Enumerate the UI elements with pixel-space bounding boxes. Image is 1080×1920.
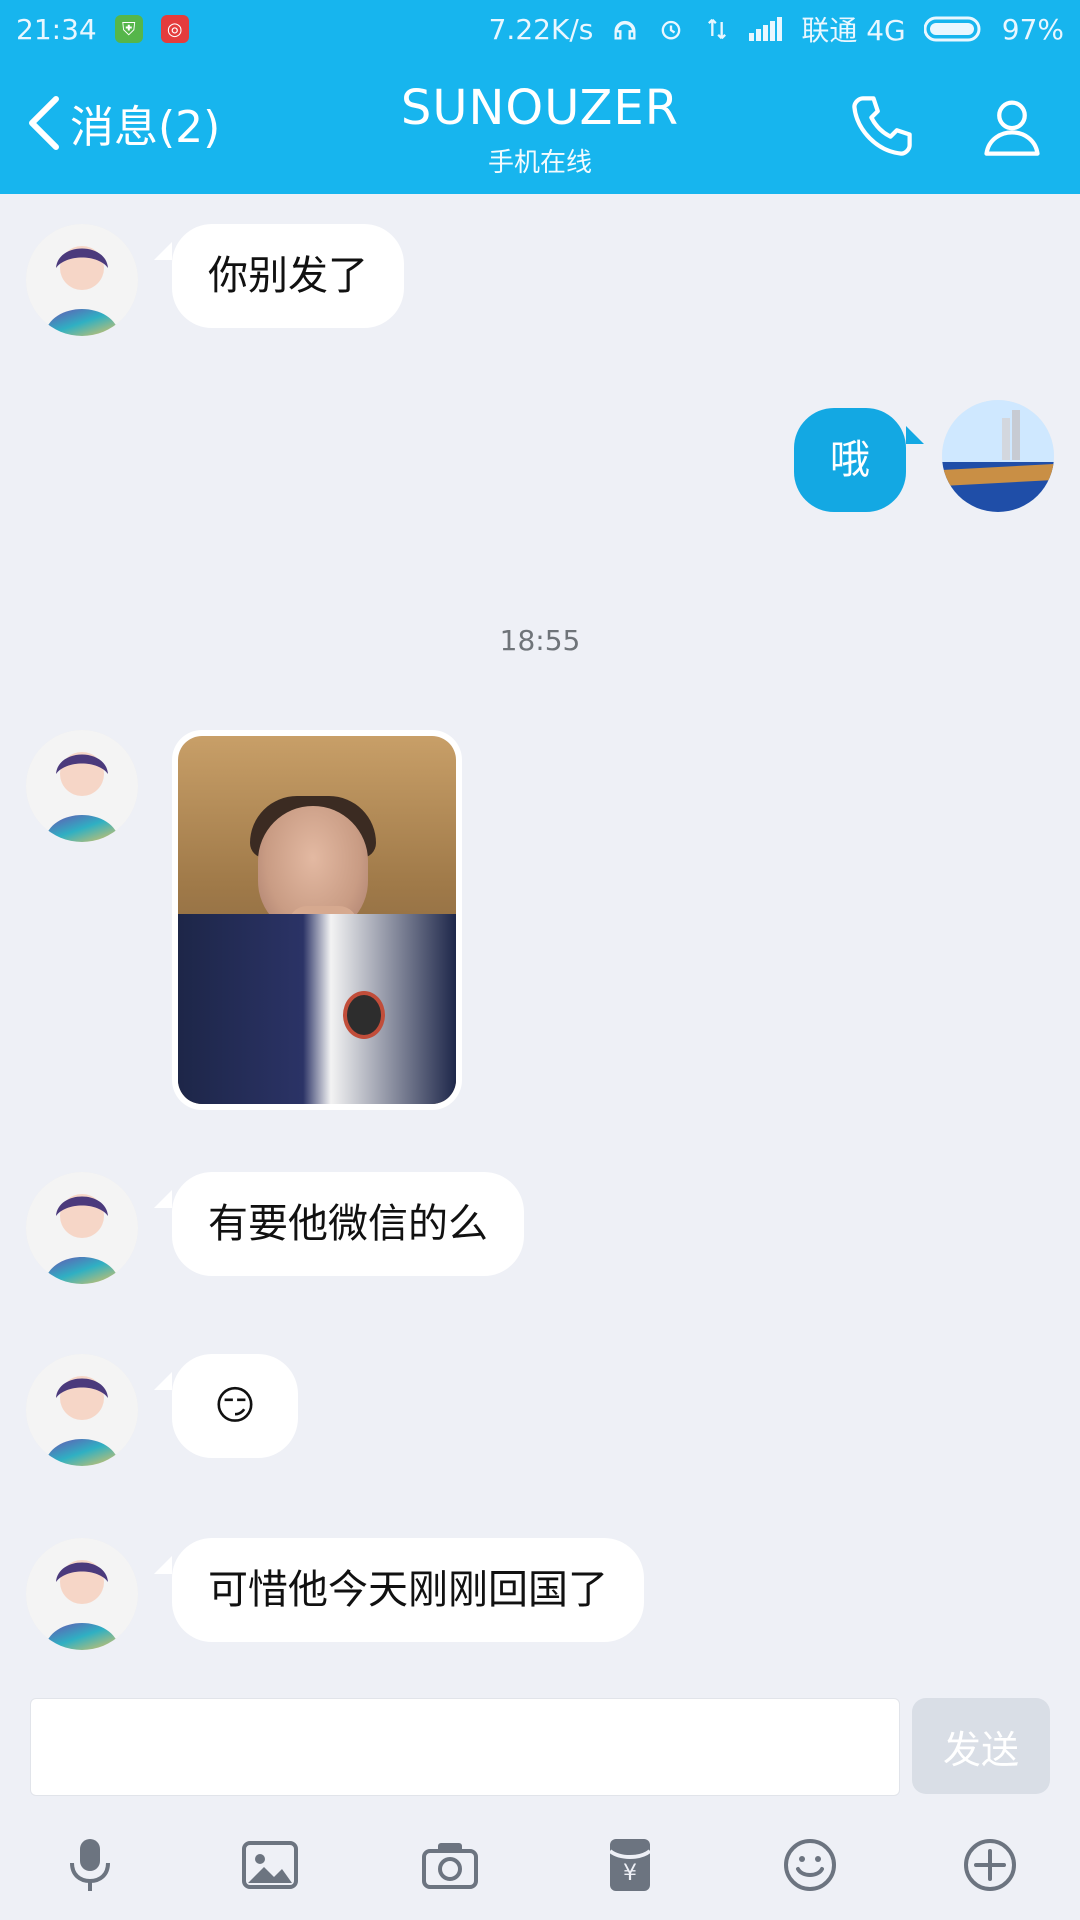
user-icon	[984, 100, 1040, 156]
status-bar: 21:34 ⛨ ◎ 7.22K/s 联通 4G 97%	[0, 0, 1080, 58]
alarm-icon	[657, 15, 685, 43]
emoji-button[interactable]	[765, 1820, 855, 1910]
photo-emblem	[343, 991, 385, 1039]
network-speed: 7.22K/s	[488, 12, 594, 46]
contact-avatar[interactable]	[26, 1172, 138, 1284]
user-avatar[interactable]	[942, 400, 1054, 512]
message-list[interactable]: 你别发了 哦 18:55 有要他微信的么 😏 可惜他今天刚刚回国了	[0, 194, 1080, 1694]
message-input[interactable]	[30, 1698, 900, 1796]
camera-icon	[422, 1843, 478, 1889]
red-packet-button[interactable]: ¥	[585, 1820, 675, 1910]
message-row: 可惜他今天刚刚回国了	[0, 1538, 1080, 1658]
camera-button[interactable]	[405, 1820, 495, 1910]
timestamp: 18:55	[499, 624, 581, 657]
message-emoji: 😏	[214, 1383, 256, 1429]
image-icon	[242, 1841, 298, 1889]
image-message[interactable]	[172, 730, 462, 1110]
message-bubble[interactable]: 😏	[154, 1354, 298, 1458]
battery-icon	[923, 15, 984, 43]
message-row	[0, 730, 1080, 1130]
message-bubble[interactable]: 你别发了	[154, 224, 404, 328]
contact-avatar[interactable]	[26, 1538, 138, 1650]
signal-icon	[749, 17, 783, 41]
photo	[178, 736, 456, 1104]
message-text: 可惜他今天刚刚回国了	[208, 1567, 608, 1613]
battery-level: 97%	[1001, 12, 1064, 46]
message-bubble[interactable]: 可惜他今天刚刚回国了	[154, 1538, 644, 1642]
contact-avatar[interactable]	[26, 730, 138, 842]
phone-icon	[852, 96, 912, 156]
message-bubble[interactable]: 有要他微信的么	[154, 1172, 524, 1276]
header-actions	[840, 84, 1054, 168]
message-row: 你别发了	[0, 224, 1080, 344]
microphone-icon	[70, 1839, 110, 1891]
contact-avatar[interactable]	[26, 1354, 138, 1466]
shield-icon: ⛨	[114, 15, 143, 43]
message-row: 哦	[0, 400, 1080, 528]
more-button[interactable]	[945, 1820, 1035, 1910]
photo-jacket	[178, 914, 456, 1104]
contact-avatar[interactable]	[26, 224, 138, 336]
message-text: 你别发了	[208, 253, 368, 299]
status-right: 7.22K/s 联通 4G 97%	[489, 9, 1064, 49]
message-row: 😏	[0, 1354, 1080, 1474]
status-time: 21:34	[16, 12, 97, 46]
data-transfer-icon	[703, 15, 731, 43]
svg-text:¥: ¥	[623, 1861, 637, 1886]
chat-header: 消息(2) SUNOUZER 手机在线	[0, 58, 1080, 194]
send-button[interactable]: 发送	[912, 1698, 1050, 1794]
gallery-button[interactable]	[225, 1820, 315, 1910]
red-packet-icon: ¥	[608, 1839, 652, 1891]
music-app-icon: ◎	[160, 15, 189, 43]
status-left: 21:34 ⛨ ◎	[16, 13, 189, 46]
profile-button[interactable]	[970, 84, 1054, 168]
plus-circle-icon	[964, 1839, 1016, 1891]
headphone-icon	[611, 15, 639, 43]
message-text: 有要他微信的么	[208, 1201, 488, 1247]
voice-button[interactable]	[45, 1820, 135, 1910]
bottom-toolbar: ¥	[0, 1810, 1080, 1920]
message-bubble[interactable]: 哦	[794, 408, 924, 512]
call-button[interactable]	[840, 84, 924, 168]
message-text: 哦	[830, 437, 870, 483]
chat-screen: 21:34 ⛨ ◎ 7.22K/s 联通 4G 97% 消息(2) SUNOUZ…	[0, 0, 1080, 1920]
carrier-label: 联通 4G	[801, 14, 906, 47]
message-row: 有要他微信的么	[0, 1172, 1080, 1292]
emoji-icon	[784, 1839, 836, 1891]
input-bar: 发送	[0, 1694, 1080, 1804]
